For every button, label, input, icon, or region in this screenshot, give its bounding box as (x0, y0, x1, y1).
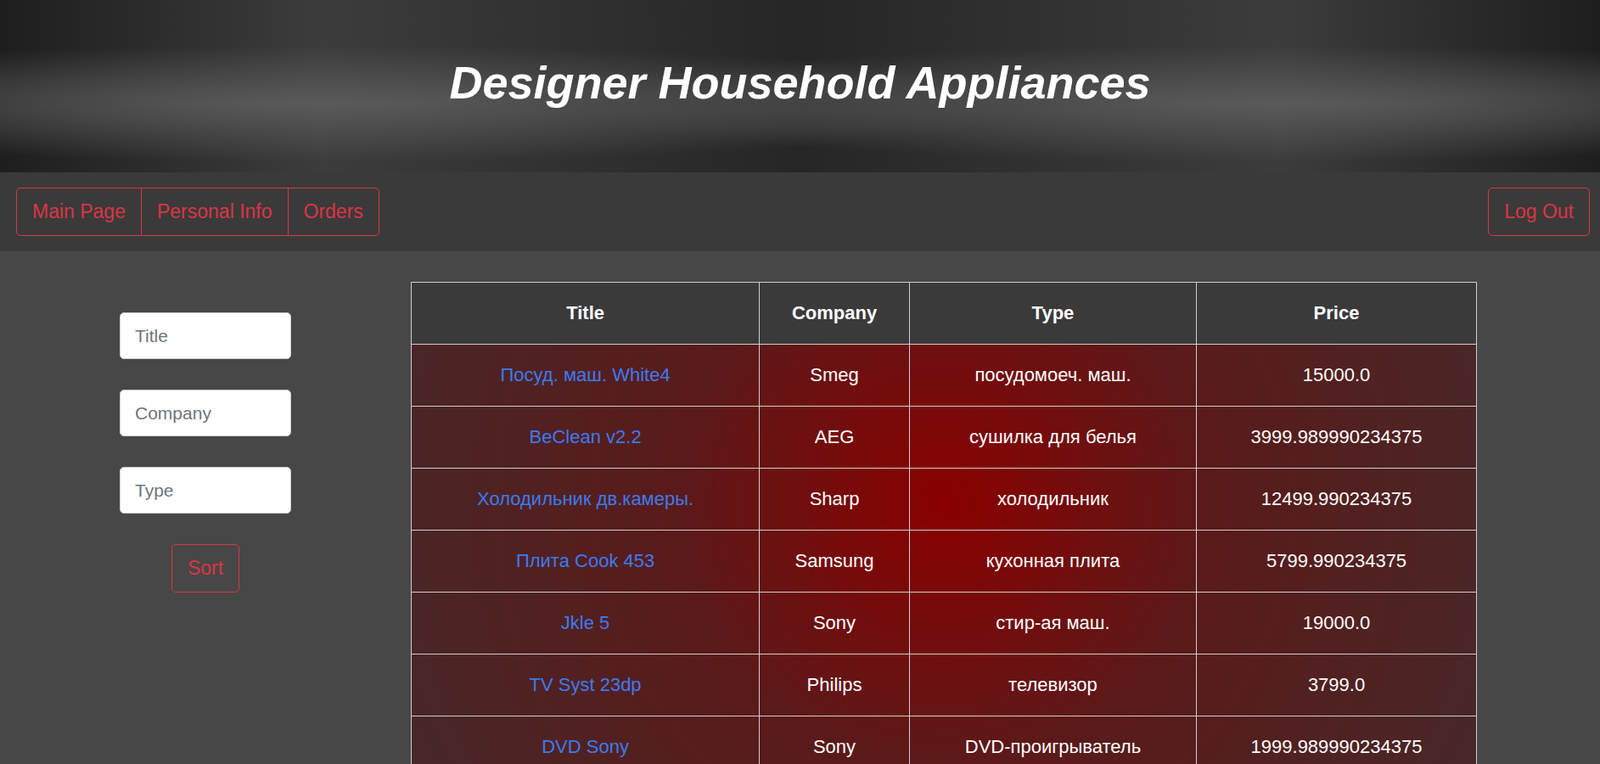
table-cell: 5799.990234375 (1196, 530, 1477, 593)
table-cell: посудомоеч. маш. (909, 344, 1196, 407)
table-cell: 1999.989990234375 (1196, 716, 1477, 764)
filter-input[interactable] (119, 466, 292, 514)
table-cell: стир-ая маш. (909, 592, 1196, 655)
nav-button[interactable]: Orders (288, 187, 380, 236)
products-table: TitleCompanyTypePrice Посуд. маш. White4 S… (410, 281, 1477, 764)
filter-input[interactable] (119, 312, 292, 360)
table-cell: Smeg (759, 344, 910, 407)
site-title: Designer Household Appliances (449, 56, 1151, 118)
table-cell: Jkle 5 (411, 592, 760, 655)
table-row: Плита Cook 453 Samsungкухонная плита5799.… (411, 530, 1477, 593)
table-cell: 3999.989990234375 (1196, 406, 1477, 469)
table-cell: кухонная плита (909, 530, 1196, 593)
column-header: Company (759, 282, 910, 345)
product-link[interactable]: Посуд. маш. White4 (500, 364, 671, 386)
product-link[interactable]: Плита Cook 453 (516, 550, 655, 572)
nav-bar: Main PagePersonal InfoOrders Log Out (0, 172, 1600, 252)
table-body: Посуд. маш. White4 Smegпосудомоеч. маш.15… (411, 344, 1477, 764)
product-link[interactable]: TV Syst 23dp (529, 673, 642, 696)
table-head: TitleCompanyTypePrice (411, 282, 1477, 345)
table-cell: Плита Cook 453 (411, 530, 760, 593)
column-header: Title (411, 282, 760, 345)
table-cell: 12499.990234375 (1196, 468, 1477, 531)
table-cell: Холодильник дв.камеры. (411, 468, 760, 531)
content: SortTitleCompanyTypePriceПосуд. маш. Whi… (0, 251, 1600, 764)
header-banner: Designer Household Appliances (0, 0, 1600, 173)
table-cell: телевизор (909, 654, 1196, 717)
table-row: Jkle 5 Sonyстир-ая маш.19000.0 (411, 592, 1477, 655)
column-header: Price (1196, 282, 1477, 345)
table-cell: DVD Sony (411, 716, 760, 764)
table-cell: холодильник (909, 468, 1196, 531)
table-cell: TV Syst 23dp (411, 654, 760, 717)
product-link[interactable]: DVD Sony (541, 735, 629, 758)
table-cell: Посуд. маш. White4 (411, 344, 760, 407)
header-row: TitleCompanyTypePrice (411, 282, 1477, 345)
table-cell: AEG (759, 406, 910, 469)
product-link[interactable]: Холодильник дв.камеры. (477, 488, 694, 510)
table-cell: Sony (759, 716, 910, 764)
table-row: Посуд. маш. White4 Smegпосудомоеч. маш.15… (411, 344, 1477, 407)
sort-button[interactable]: Sort (171, 544, 240, 593)
table-cell: Philips (759, 654, 910, 717)
filter-input[interactable] (119, 389, 292, 437)
table-cell: 15000.0 (1196, 344, 1477, 407)
table-row: Холодильник дв.камеры. Sharpхолодильник12… (411, 468, 1477, 531)
product-link[interactable]: Jkle 5 (561, 611, 610, 634)
product-link[interactable]: BeClean v2.2 (529, 426, 642, 448)
table-cell: Sony (759, 592, 910, 655)
table-cell: DVD-проигрыватель (909, 716, 1196, 764)
table-cell: 3799.0 (1196, 654, 1477, 717)
nav-button[interactable]: Main Page (16, 187, 142, 236)
nav-group: Main PagePersonal InfoOrders (16, 187, 380, 236)
table-cell: Samsung (759, 530, 910, 593)
logout-button[interactable]: Log Out (1487, 187, 1590, 236)
table-cell: BeClean v2.2 (411, 406, 760, 469)
filter-panel: Sort (0, 281, 411, 764)
table-cell: сушилка для белья (909, 406, 1196, 469)
table-row: DVD Sony SonyDVD-проигрыватель1999.989990… (411, 716, 1477, 764)
table-cell: Sharp (759, 468, 910, 531)
nav-button[interactable]: Personal Info (141, 187, 289, 236)
table-cell: 19000.0 (1196, 592, 1477, 655)
table-row: TV Syst 23dp Philipsтелевизор3799.0 (411, 654, 1477, 717)
table-row: BeClean v2.2 AEGсушилка для белья3999.989… (411, 406, 1477, 469)
column-header: Type (909, 282, 1196, 345)
